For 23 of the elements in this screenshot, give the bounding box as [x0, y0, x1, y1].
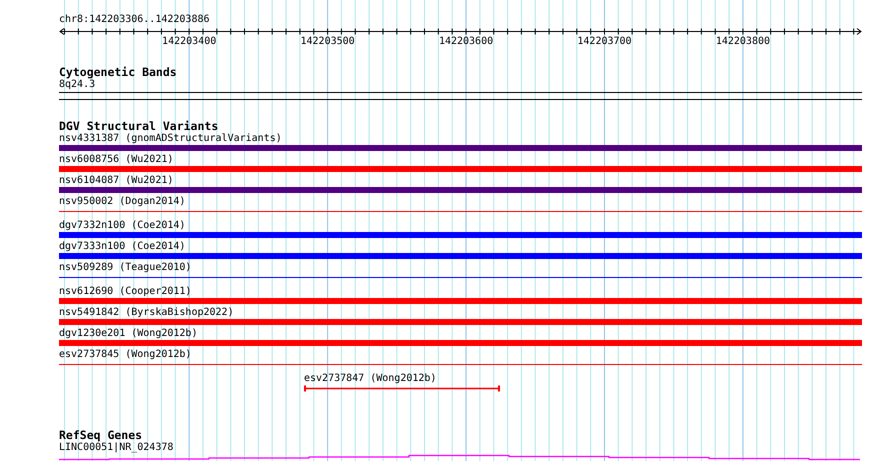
track-title: DGV Structural Variants — [59, 120, 218, 133]
tick-label: 142203600 — [438, 36, 494, 46]
variant-label: nsv4331387 (gnomADStructuralVariants) — [59, 133, 282, 145]
track-title: RefSeq Genes — [59, 429, 142, 442]
variant-label: esv2737845 (Wong2012b) — [59, 349, 192, 361]
variant-label: esv2737847 (Wong2012b) — [304, 373, 436, 385]
variant-label: dgv1230e201 (Wong2012b) — [59, 328, 198, 340]
variant-label: nsv950002 (Dogan2014) — [59, 196, 186, 208]
tick-label: 142203700 — [577, 36, 632, 46]
variant-label: nsv5491842 (ByrskaBishop2022) — [59, 307, 234, 319]
variant-label: nsv6104087 (Wu2021) — [59, 175, 174, 187]
variant-label: nsv6008756 (Wu2021) — [59, 154, 174, 166]
variant-label: nsv612690 (Cooper2011) — [59, 286, 192, 298]
tick-label: 142203400 — [162, 36, 216, 46]
variant-label: dgv7332n100 (Coe2014) — [59, 220, 186, 232]
variant-label: nsv509289 (Teague2010) — [59, 262, 192, 274]
tick-label: 142203500 — [300, 36, 355, 46]
gene-label: LINC00051|NR_024378 — [59, 442, 174, 454]
variant-label: dgv7333n100 (Coe2014) — [59, 241, 186, 253]
position-label: chr8:142203306..142203886 — [59, 14, 211, 26]
band-label: 8q24.3 — [59, 79, 96, 91]
tick-label: 142203800 — [716, 36, 770, 46]
track-title: Cytogenetic Bands — [59, 66, 177, 79]
